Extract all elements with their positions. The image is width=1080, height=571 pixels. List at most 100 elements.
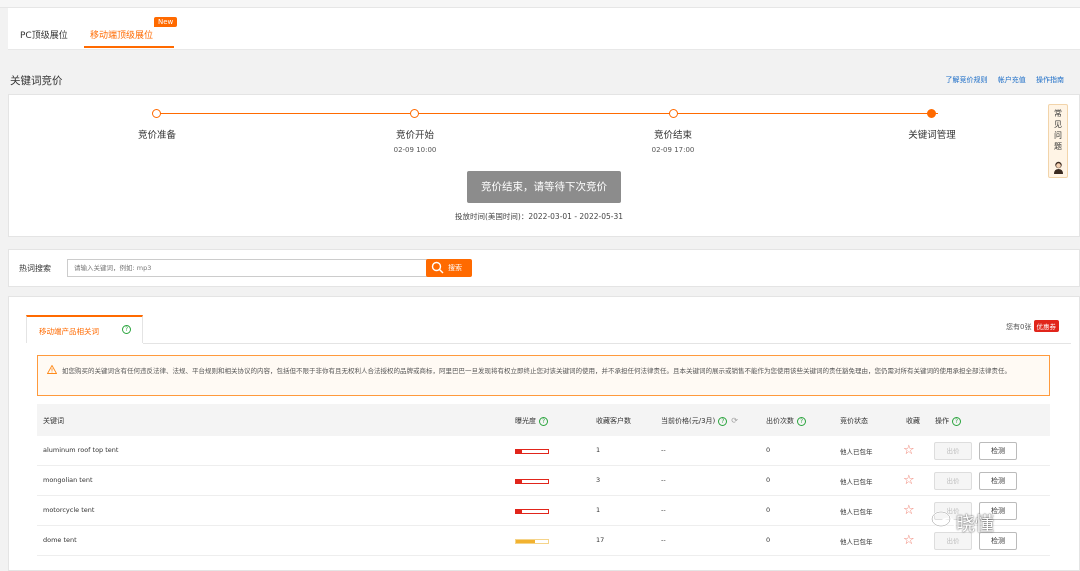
faq-label: 常见问题 [1054, 109, 1062, 151]
notice-text: 如您购买的关键词含有任何违反法律、法规、平台规则和相关协议的内容，包括但不限于非… [62, 367, 1011, 375]
status-cell: 他人已包年 [840, 478, 873, 486]
search-label: 热词搜索 [19, 264, 51, 273]
star-icon[interactable]: ☆ [903, 533, 915, 548]
exposure-bar [515, 449, 549, 454]
help-icon[interactable]: ? [539, 416, 548, 426]
bids-cell: 0 [766, 536, 771, 544]
tabs-panel: PC顶级展位 移动端顶级展位 New [8, 8, 1080, 50]
keyword-cell: aluminum roof top tent [43, 446, 119, 454]
step-label-manage: 关键词管理 [908, 130, 956, 141]
table-row: aluminum roof top tent 1 -- 0 他人已包年 ☆ 出价 检测 [37, 436, 1050, 466]
step-node-1 [152, 109, 161, 118]
watermark-text: 晓懂 [956, 513, 995, 535]
col-collect: 收藏 [906, 417, 920, 425]
favorites-cell: 3 [596, 476, 601, 484]
exposure-bar [515, 479, 549, 484]
tab-divider [143, 343, 1071, 344]
col-bids: 出价次数? [766, 416, 806, 426]
price-cell: -- [661, 446, 666, 454]
refresh-icon[interactable]: ⟳ [731, 416, 738, 425]
status-cell: 他人已包年 [840, 508, 873, 516]
col-status: 竞价状态 [840, 417, 868, 425]
bid-button[interactable]: 出价 [934, 442, 972, 460]
tab-mobile-top-booth[interactable]: 移动端顶级展位 [90, 28, 153, 41]
warning-icon [47, 365, 57, 374]
help-icon[interactable]: ? [797, 416, 806, 426]
link-bid-rules[interactable]: 了解竞价规则 [946, 76, 988, 84]
table-row: dome tent 17 -- 0 他人已包年 ☆ 出价 检测 [37, 526, 1050, 556]
keyword-cell: motorcycle tent [43, 506, 95, 514]
step-node-4 [927, 109, 936, 118]
delivery-time: 投放时间(美国时间)：2022-03-01 - 2022-05-31 [455, 212, 623, 221]
star-icon[interactable]: ☆ [903, 473, 915, 488]
step-time-end: 02-09 17:00 [651, 146, 695, 154]
star-icon[interactable]: ☆ [903, 443, 915, 458]
detect-button[interactable]: 检测 [979, 472, 1017, 490]
step-node-2 [410, 109, 419, 118]
support-avatar-icon [1054, 161, 1063, 174]
exposure-bar [515, 509, 549, 514]
link-operation-guide[interactable]: 操作指南 [1036, 76, 1064, 84]
col-bids-label: 出价次数 [766, 417, 794, 425]
price-cell: -- [661, 506, 666, 514]
tab-mobile-product-keywords[interactable]: 移动端产品相关词 ? [26, 315, 143, 343]
status-cell: 他人已包年 [840, 448, 873, 456]
col-ops-label: 操作 [935, 417, 949, 425]
price-cell: -- [661, 476, 666, 484]
search-button[interactable]: 搜索 [426, 259, 472, 277]
exposure-bar-fill [516, 540, 536, 543]
faq-float-button[interactable]: 常见问题 [1048, 104, 1068, 178]
favorites-cell: 1 [596, 506, 601, 514]
search-input[interactable] [67, 259, 433, 277]
link-account-recharge[interactable]: 帐户充值 [998, 76, 1026, 84]
col-exposure-label: 曝光度 [515, 417, 536, 425]
col-price: 当前价格(元/3月)? ⟳ [661, 416, 738, 426]
favorites-cell: 1 [596, 446, 601, 454]
step-node-3 [669, 109, 678, 118]
bid-button[interactable]: 出价 [934, 472, 972, 490]
page-title: 关键词竞价 [10, 75, 63, 87]
table-header: 关键词 曝光度? 收藏客户数 当前价格(元/3月)? ⟳ 出价次数? 竞价状态 收… [37, 404, 1050, 436]
category-tab-label: 移动端产品相关词 [39, 327, 99, 336]
bid-status-banner: 竞价结束，请等待下次竞价 [467, 171, 621, 203]
coupon-count-label: 您有0张 [1006, 323, 1032, 331]
exposure-bar [515, 539, 549, 544]
keyword-cell: dome tent [43, 536, 77, 544]
bids-cell: 0 [766, 476, 771, 484]
search-icon [431, 261, 444, 274]
bids-cell: 0 [766, 446, 771, 454]
progress-track [160, 113, 938, 114]
help-icon[interactable]: ? [122, 325, 131, 334]
table-row: motorcycle tent 1 -- 0 他人已包年 ☆ 出价 检测 [37, 496, 1050, 526]
wechat-logo-icon [931, 511, 956, 531]
coupon-badge[interactable]: 优惠券 [1033, 320, 1059, 332]
price-cell: -- [661, 536, 666, 544]
new-badge: New [154, 17, 178, 27]
col-exposure: 曝光度? [515, 416, 548, 426]
keyword-cell: mongolian tent [43, 476, 93, 484]
col-ops: 操作? [935, 416, 961, 426]
exposure-bar-fill [516, 450, 523, 453]
favorites-cell: 17 [596, 536, 605, 544]
bid-progress-panel: 竞价准备 竞价开始 02-09 10:00 竞价结束 02-09 17:00 关… [8, 94, 1080, 237]
table-row: mongolian tent 3 -- 0 他人已包年 ☆ 出价 检测 [37, 466, 1050, 496]
status-cell: 他人已包年 [840, 538, 873, 546]
detect-button[interactable]: 检测 [979, 442, 1017, 460]
legal-notice: 如您购买的关键词含有任何违反法律、法规、平台规则和相关协议的内容，包括但不限于非… [37, 355, 1050, 396]
col-favorites: 收藏客户数 [596, 417, 631, 425]
search-button-label: 搜索 [448, 264, 462, 272]
step-label-end: 竞价结束 [653, 130, 692, 141]
help-icon[interactable]: ? [952, 416, 961, 426]
step-time-start: 02-09 10:00 [393, 146, 437, 154]
exposure-bar-fill [516, 510, 523, 513]
exposure-bar-fill [516, 480, 523, 483]
tab-pc-top-booth[interactable]: PC顶级展位 [20, 28, 68, 41]
star-icon[interactable]: ☆ [903, 503, 915, 518]
col-keyword: 关键词 [43, 417, 64, 425]
step-label-prepare: 竞价准备 [137, 130, 176, 141]
active-tab-indicator [84, 46, 174, 48]
hot-word-search-panel: 热词搜索 搜索 [8, 249, 1080, 287]
help-icon[interactable]: ? [718, 416, 728, 426]
help-links: 了解竞价规则 帐户充值 操作指南 [938, 75, 1064, 85]
top-bar [0, 0, 1080, 8]
